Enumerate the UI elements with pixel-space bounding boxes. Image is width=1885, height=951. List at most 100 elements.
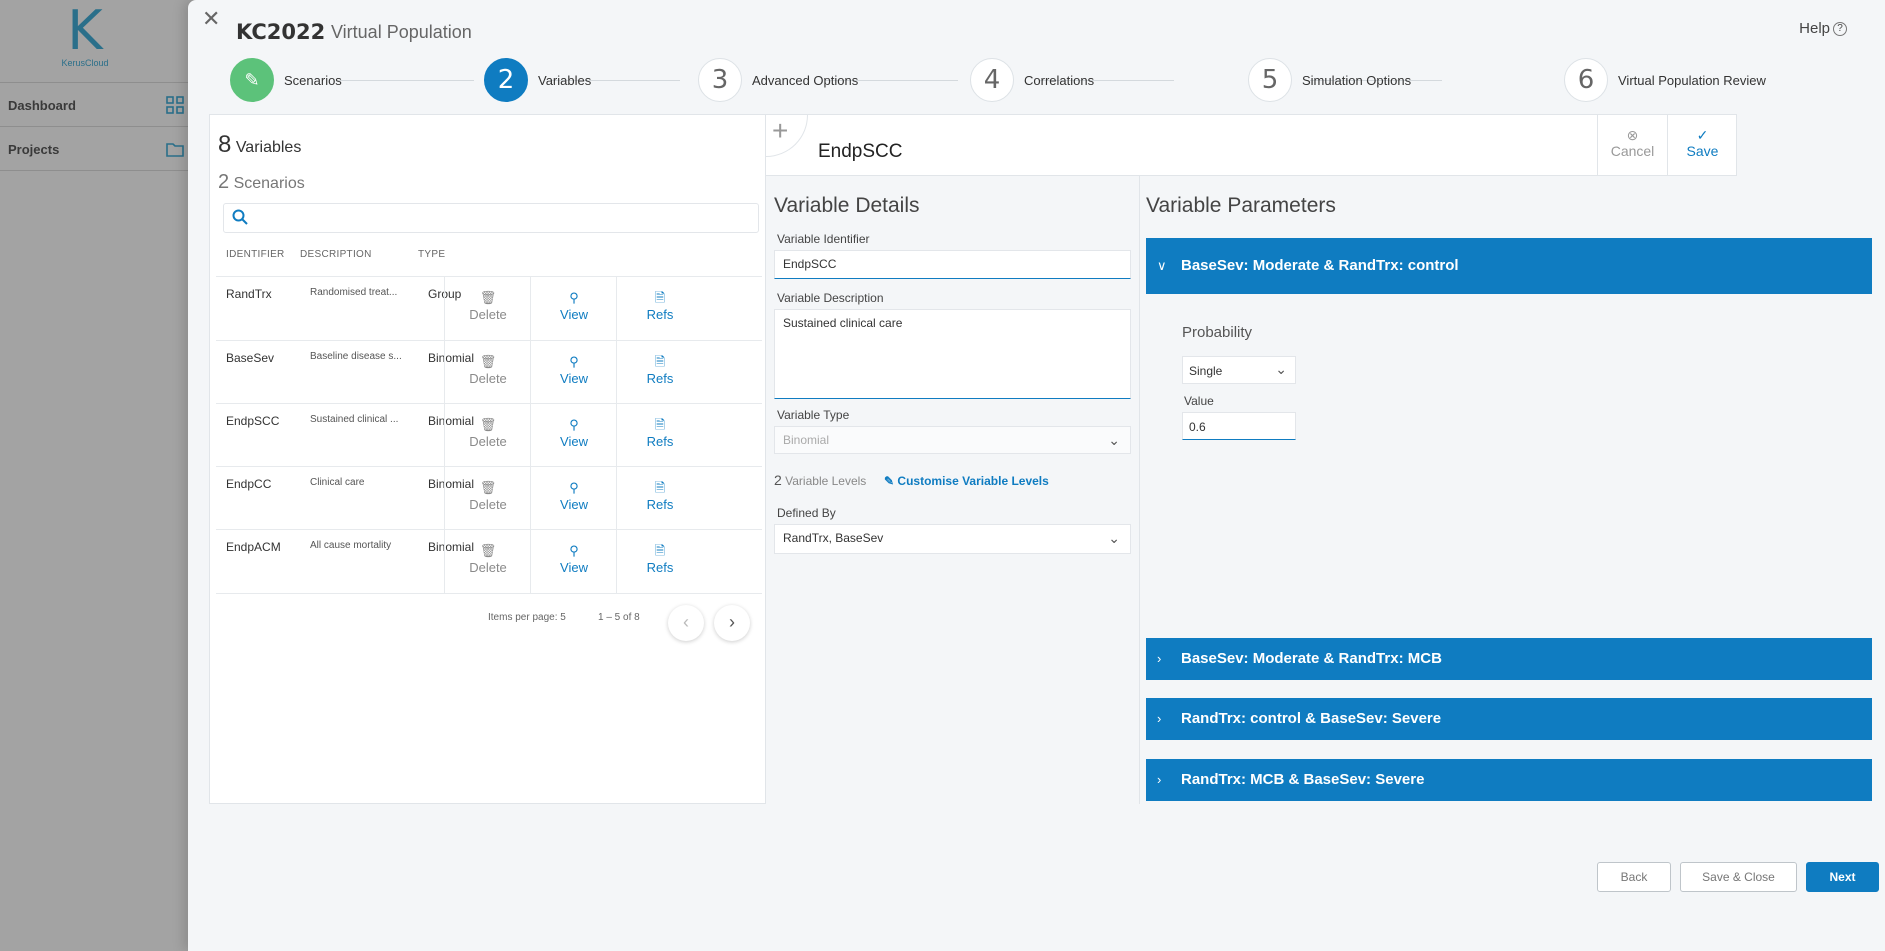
delete-button[interactable]: 🗑 Delete xyxy=(444,467,531,530)
refs-button[interactable]: 🗎 Refs xyxy=(616,404,703,467)
chevron-right-icon: › xyxy=(1157,711,1162,726)
view-button[interactable]: ⚲ View xyxy=(530,277,617,340)
refs-button[interactable]: 🗎 Refs xyxy=(616,341,703,404)
next-button[interactable]: Next xyxy=(1806,862,1879,892)
view-button[interactable]: ⚲ View xyxy=(530,404,617,467)
document-icon: 🗎 xyxy=(654,354,666,369)
help-link[interactable]: Help? xyxy=(1799,20,1847,37)
variable-identifier-input[interactable]: EndpSCC xyxy=(774,250,1131,279)
search-input[interactable] xyxy=(223,203,759,233)
search-icon: ⚲ xyxy=(569,290,579,305)
variable-details-heading: Variable Details xyxy=(774,194,920,217)
search-icon: ⚲ xyxy=(569,354,579,369)
trash-icon: 🗑 xyxy=(479,290,497,305)
delete-button[interactable]: 🗑 Delete xyxy=(444,341,531,404)
table-row[interactable]: EndpACM All cause mortality Binomial 🗑 De… xyxy=(216,530,762,593)
cancel-circle-icon: ⊗ xyxy=(1626,127,1639,143)
nav-projects[interactable]: Projects xyxy=(8,142,59,157)
page-range: 1 – 5 of 8 xyxy=(598,612,640,623)
chevron-down-icon: ⌄ xyxy=(1108,530,1120,546)
delete-button[interactable]: 🗑 Delete xyxy=(444,530,531,593)
chevron-right-icon: › xyxy=(729,612,735,632)
save-and-close-button[interactable]: Save & Close xyxy=(1680,862,1797,892)
chevron-right-icon: › xyxy=(1157,772,1162,787)
probability-value-input[interactable]: 0.6 xyxy=(1182,412,1296,440)
previous-page-button[interactable]: ‹ xyxy=(668,605,704,641)
project-title: KC2022 xyxy=(236,20,326,44)
accordion-moderate-mcb[interactable]: › BaseSev: Moderate & RandTrx: MCB xyxy=(1146,638,1872,680)
refs-button[interactable]: 🗎 Refs xyxy=(616,530,703,593)
step-connector xyxy=(338,80,474,81)
accordion-mcb-severe[interactable]: › RandTrx: MCB & BaseSev: Severe xyxy=(1146,759,1872,801)
back-button[interactable]: Back xyxy=(1597,862,1671,892)
column-header-type[interactable]: TYPE xyxy=(418,249,445,260)
probability-mode-select[interactable]: Single ⌄ xyxy=(1182,356,1296,384)
row-divider xyxy=(216,593,762,594)
cancel-button[interactable]: ⊗ Cancel xyxy=(1597,115,1667,177)
search-icon: ⚲ xyxy=(569,417,579,432)
refs-button[interactable]: 🗎 Refs xyxy=(616,277,703,340)
document-icon: 🗎 xyxy=(654,480,666,495)
document-icon: 🗎 xyxy=(654,417,666,432)
pencil-icon: ✎ xyxy=(884,474,895,488)
add-variable-button[interactable]: + xyxy=(766,115,808,157)
step-advanced-options[interactable]: 3 Advanced Options xyxy=(698,58,858,102)
table-row[interactable]: EndpSCC Sustained clinical ... Binomial … xyxy=(216,404,762,467)
variable-details-section: Variable Details Variable Identifier End… xyxy=(766,176,1139,804)
document-icon: 🗎 xyxy=(654,290,666,305)
view-button[interactable]: ⚲ View xyxy=(530,467,617,530)
defined-by-select[interactable]: RandTrx, BaseSev ⌄ xyxy=(774,524,1131,554)
bg-divider xyxy=(0,82,190,83)
variable-parameters-heading: Variable Parameters xyxy=(1146,194,1336,217)
dialog-subtitle: Virtual Population xyxy=(331,22,472,42)
view-button[interactable]: ⚲ View xyxy=(530,530,617,593)
scenarios-count: 2 Scenarios xyxy=(218,171,305,193)
accordion-control-severe[interactable]: › RandTrx: control & BaseSev: Severe xyxy=(1146,698,1872,740)
step-correlations[interactable]: 4 Correlations xyxy=(970,58,1094,102)
delete-button[interactable]: 🗑 Delete xyxy=(444,404,531,467)
nav-dashboard[interactable]: Dashboard xyxy=(8,98,76,113)
bg-divider xyxy=(0,126,190,127)
help-icon: ? xyxy=(1833,22,1847,37)
variables-count: 8 Variables xyxy=(218,131,302,158)
variables-list-panel: 8 Variables 2 Scenarios IDENTIFIER DESCR… xyxy=(209,114,766,804)
column-header-identifier[interactable]: IDENTIFIER xyxy=(226,249,285,260)
search-icon: ⚲ xyxy=(569,480,579,495)
bg-sidebar: K KerusCloud Dashboard Projects xyxy=(0,0,190,951)
items-per-page[interactable]: Items per page: 5 xyxy=(488,612,566,623)
customise-variable-levels-link[interactable]: ✎ Customise Variable Levels xyxy=(884,474,1049,488)
plus-icon: + xyxy=(772,115,789,146)
variable-description-textarea[interactable]: Sustained clinical care xyxy=(774,309,1131,399)
wizard-stepper: ✎ Scenarios 2 Variables 3 Advanced Optio… xyxy=(230,58,1870,104)
step-simulation-options[interactable]: 5 Simulation Options xyxy=(1248,58,1411,102)
bg-divider xyxy=(0,170,190,171)
trash-icon: 🗑 xyxy=(479,480,497,495)
trash-icon: 🗑 xyxy=(479,354,497,369)
column-header-description[interactable]: DESCRIPTION xyxy=(300,249,372,260)
chevron-down-icon: ∨ xyxy=(1157,258,1167,273)
search-icon: ⚲ xyxy=(569,543,579,558)
chevron-down-icon: ⌄ xyxy=(1108,432,1120,448)
delete-button[interactable]: 🗑 Delete xyxy=(444,277,531,340)
next-page-button[interactable]: › xyxy=(714,605,750,641)
view-button[interactable]: ⚲ View xyxy=(530,341,617,404)
variable-type-select: Binomial ⌄ xyxy=(774,426,1131,454)
close-icon[interactable]: ✕ xyxy=(202,6,220,32)
grid-icon xyxy=(166,96,184,114)
search-icon xyxy=(232,209,248,230)
table-row[interactable]: RandTrx Randomised treat... Group 🗑 Delet… xyxy=(216,277,762,340)
save-button[interactable]: ✓ Save xyxy=(1667,115,1737,177)
step-variables[interactable]: 2 Variables xyxy=(484,58,591,102)
table-header: IDENTIFIER DESCRIPTION TYPE xyxy=(210,249,767,269)
keruscloud-logo: K KerusCloud xyxy=(61,0,109,69)
check-circle-icon: ✓ xyxy=(1696,127,1709,143)
trash-icon: 🗑 xyxy=(479,543,497,558)
refs-button[interactable]: 🗎 Refs xyxy=(616,467,703,530)
table-row[interactable]: BaseSev Baseline disease s... Binomial 🗑… xyxy=(216,341,762,404)
table-row[interactable]: EndpCC Clinical care Binomial 🗑 Delete ⚲ V… xyxy=(216,467,762,530)
variable-parameters-section: Variable Parameters ∨ BaseSev: Moderate … xyxy=(1139,176,1876,804)
accordion-moderate-control[interactable]: ∨ BaseSev: Moderate & RandTrx: control xyxy=(1146,238,1872,294)
step-scenarios[interactable]: ✎ Scenarios xyxy=(230,58,342,102)
document-icon: 🗎 xyxy=(654,543,666,558)
step-virtual-population-review[interactable]: 6 Virtual Population Review xyxy=(1564,58,1766,102)
